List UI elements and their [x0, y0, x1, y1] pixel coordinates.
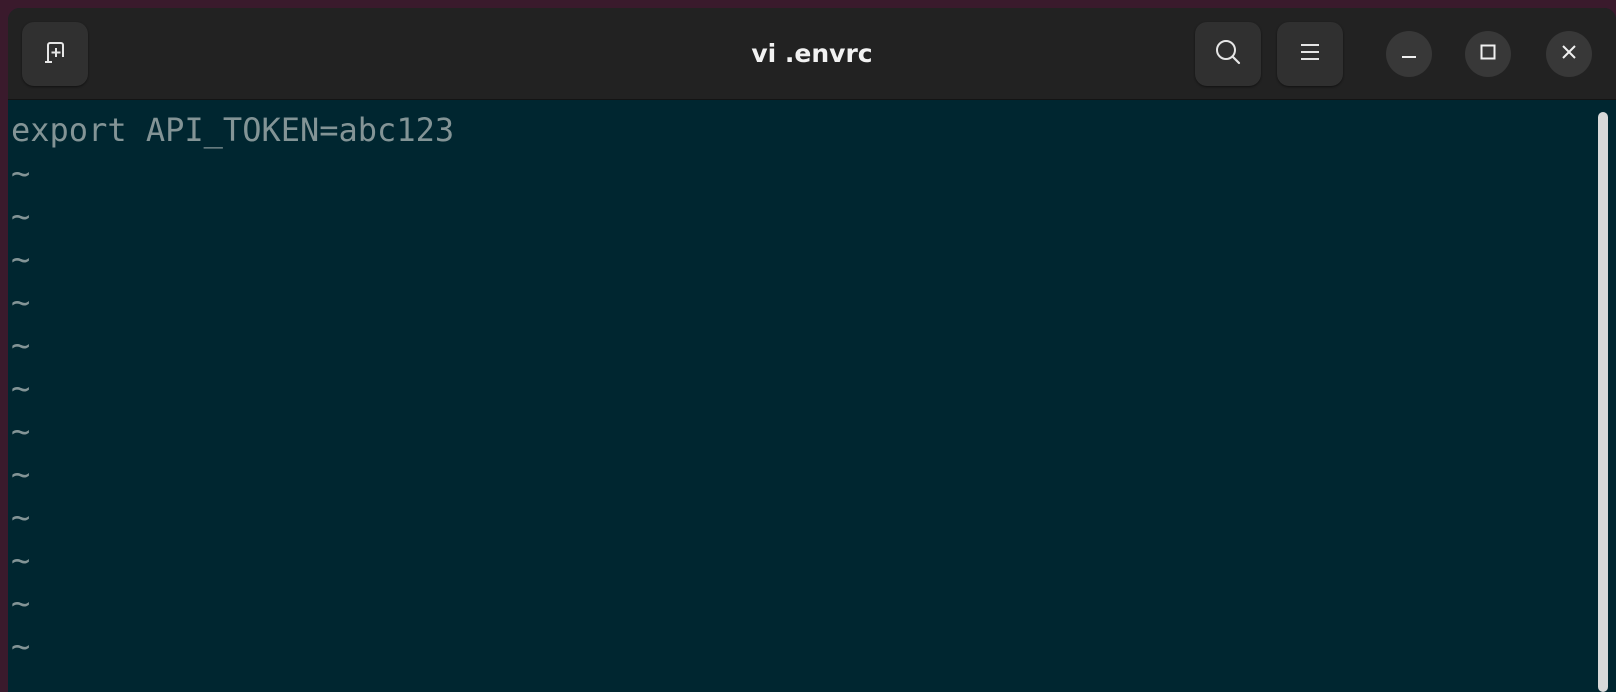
editor-line-5: ~: [11, 283, 31, 321]
editor-line-2: ~: [11, 154, 31, 192]
minimize-button[interactable]: [1386, 31, 1432, 77]
terminal-content[interactable]: export API_TOKEN=abc123 ~ ~ ~ ~ ~ ~ ~ ~ …: [8, 100, 1588, 692]
editor-line-12: ~: [11, 584, 31, 622]
close-button[interactable]: [1546, 31, 1592, 77]
editor-line-10: ~: [11, 498, 31, 536]
maximize-button[interactable]: [1465, 31, 1511, 77]
close-icon: [1559, 42, 1579, 67]
window-title: vi .envrc: [751, 39, 873, 68]
search-icon: [1213, 37, 1243, 72]
editor-line-6: ~: [11, 326, 31, 364]
editor-line-4: ~: [11, 240, 31, 278]
editor-line-7: ~: [11, 369, 31, 407]
minimize-icon: [1399, 42, 1419, 67]
editor-line-11: ~: [11, 541, 31, 579]
new-tab-button[interactable]: [22, 22, 88, 86]
editor-line-9: ~: [11, 455, 31, 493]
titlebar: vi .envrc: [8, 8, 1616, 100]
editor-line-13: ~: [11, 627, 31, 665]
search-button[interactable]: [1195, 22, 1261, 86]
new-tab-icon: [40, 37, 70, 72]
editor-line-8: ~: [11, 412, 31, 450]
scrollbar[interactable]: [1598, 112, 1608, 692]
hamburger-menu-icon: [1297, 39, 1323, 70]
menu-button[interactable]: [1277, 22, 1343, 86]
maximize-icon: [1478, 42, 1498, 67]
editor-line-3: ~: [11, 197, 31, 235]
editor-line-1: export API_TOKEN=abc123: [11, 111, 455, 149]
terminal-window: vi .envrc export API_TOKEN=abc123 ~ ~ ~ …: [8, 8, 1616, 692]
